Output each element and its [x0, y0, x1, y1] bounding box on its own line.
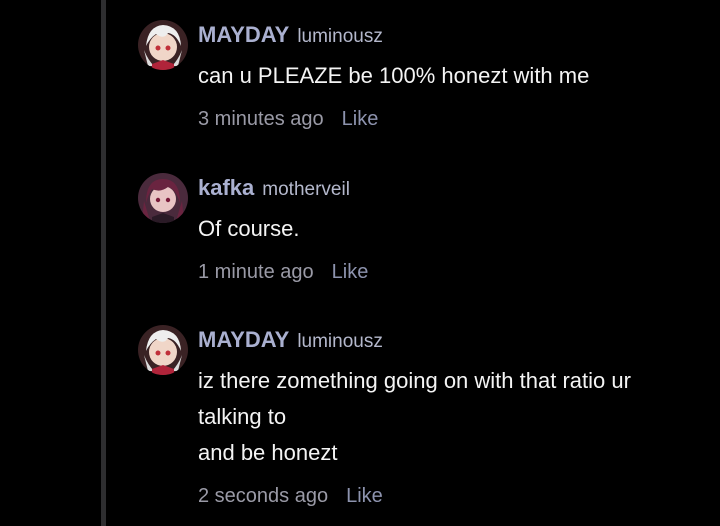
comment-header: kafka motherveil	[198, 173, 698, 203]
comment-text-line: iz there zomething going on with that ra…	[198, 368, 631, 393]
comment-body: MAYDAY luminousz can u PLEAZE be 100% hon…	[198, 20, 698, 132]
thread-line	[101, 0, 106, 526]
like-button[interactable]: Like	[332, 261, 369, 283]
comment-meta: 1 minute ago Like	[198, 259, 698, 285]
comment-body: MAYDAY luminousz iz there zomething going…	[198, 325, 698, 509]
username[interactable]: luminousz	[297, 26, 383, 47]
username[interactable]: motherveil	[262, 179, 350, 200]
timestamp: 1 minute ago	[198, 261, 314, 283]
timestamp: 3 minutes ago	[198, 108, 324, 130]
like-button[interactable]: Like	[342, 108, 379, 130]
display-name[interactable]: MAYDAY	[198, 327, 289, 352]
like-button[interactable]: Like	[346, 485, 383, 507]
comment-text-line: talking to	[198, 404, 287, 429]
comment-text: Of course.	[198, 211, 698, 247]
comment-meta: 3 minutes ago Like	[198, 106, 698, 132]
comment-text-line: Of course.	[198, 216, 300, 241]
comment-text-line: can u PLEAZE be 100% honezt with me	[198, 63, 590, 88]
comment-text: iz there zomething going on with that ra…	[198, 363, 698, 471]
comment-text-line: and be honezt	[198, 440, 338, 465]
comment-body: kafka motherveil Of course. 1 minute ago L…	[198, 173, 698, 285]
anime-avatar-white-hair-icon[interactable]	[138, 325, 188, 375]
comment-header: MAYDAY luminousz	[198, 20, 698, 50]
display-name[interactable]: kafka	[198, 175, 254, 200]
anime-avatar-dark-hair-icon[interactable]	[138, 173, 188, 223]
comment-meta: 2 seconds ago Like	[198, 483, 698, 509]
display-name[interactable]: MAYDAY	[198, 22, 289, 47]
comment-text: can u PLEAZE be 100% honezt with me	[198, 58, 698, 94]
timestamp: 2 seconds ago	[198, 485, 329, 507]
anime-avatar-white-hair-icon[interactable]	[138, 20, 188, 70]
username[interactable]: luminousz	[297, 331, 383, 352]
comment-header: MAYDAY luminousz	[198, 325, 698, 355]
